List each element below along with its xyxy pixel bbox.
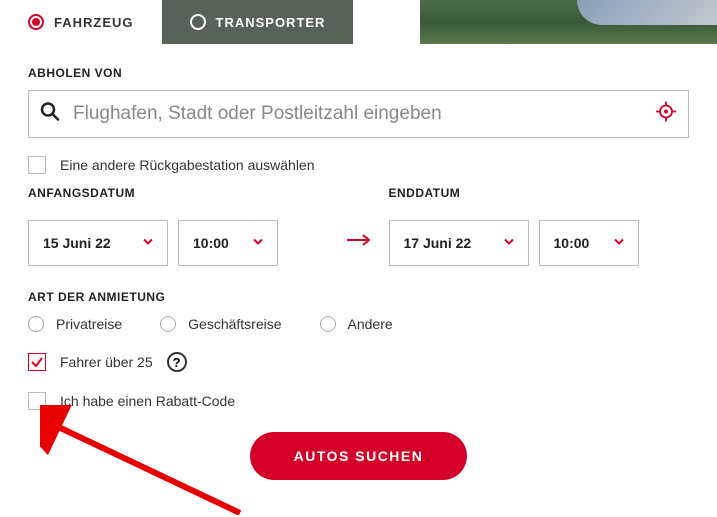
chevron-down-icon <box>502 235 516 252</box>
search-form: ABHOLEN VON Eine andere Rückgabestation … <box>0 44 717 500</box>
other-return-label: Eine andere Rückgabestation auswählen <box>60 157 315 173</box>
check-icon <box>30 355 44 369</box>
tab-vehicle[interactable]: FAHRZEUG <box>0 0 162 44</box>
submit-row: AUTOS SUCHEN <box>28 432 689 480</box>
radio-label: Privatreise <box>56 316 122 332</box>
end-date-select[interactable]: 17 Juni 22 <box>389 220 529 266</box>
rental-type-options: Privatreise Geschäftsreise Andere <box>28 316 689 332</box>
rental-type-other[interactable]: Andere <box>320 316 393 332</box>
tabs: FAHRZEUG TRANSPORTER <box>0 0 717 44</box>
other-return-row: Eine andere Rückgabestation auswählen <box>28 156 689 174</box>
end-date-col: ENDDATUM 17 Juni 22 10:00 <box>389 186 690 266</box>
geolocate-icon[interactable] <box>655 101 677 128</box>
discount-code-label: Ich habe einen Rabatt-Code <box>60 393 235 409</box>
rental-type-section: ART DER ANMIETUNG Privatreise Geschäftsr… <box>28 290 689 332</box>
tab-van[interactable]: TRANSPORTER <box>162 0 354 44</box>
end-time-value: 10:00 <box>554 235 590 251</box>
radio-label: Andere <box>348 316 393 332</box>
driver-over-25-label: Fahrer über 25 <box>60 354 153 370</box>
rental-type-label: ART DER ANMIETUNG <box>28 290 689 304</box>
chevron-down-icon <box>251 235 265 252</box>
start-date-col: ANFANGSDATUM 15 Juni 22 10:00 <box>28 186 329 266</box>
end-time-select[interactable]: 10:00 <box>539 220 639 266</box>
rental-type-private[interactable]: Privatreise <box>28 316 122 332</box>
end-date-label: ENDDATUM <box>389 186 690 200</box>
pickup-input-row <box>28 90 689 138</box>
help-icon[interactable]: ? <box>167 352 187 372</box>
date-arrow <box>339 204 379 248</box>
radio-label: Geschäftsreise <box>188 316 281 332</box>
discount-code-checkbox[interactable] <box>28 392 46 410</box>
chevron-down-icon <box>141 235 155 252</box>
search-icon <box>40 102 60 127</box>
pickup-input[interactable] <box>28 90 689 138</box>
radio-icon <box>28 316 44 332</box>
start-date-select[interactable]: 15 Juni 22 <box>28 220 168 266</box>
radio-icon <box>160 316 176 332</box>
driver-over-25-row: Fahrer über 25 ? <box>28 352 689 372</box>
discount-code-row: Ich habe einen Rabatt-Code <box>28 392 689 410</box>
tab-label: TRANSPORTER <box>216 15 326 30</box>
tab-label: FAHRZEUG <box>54 15 134 30</box>
start-time-select[interactable]: 10:00 <box>178 220 278 266</box>
end-date-value: 17 Juni 22 <box>404 235 472 251</box>
rental-type-business[interactable]: Geschäftsreise <box>160 316 281 332</box>
dates-row: ANFANGSDATUM 15 Juni 22 10:00 ENDDATUM 1… <box>28 186 689 266</box>
start-date-label: ANFANGSDATUM <box>28 186 329 200</box>
radio-icon <box>28 14 44 30</box>
search-cars-button[interactable]: AUTOS SUCHEN <box>250 432 468 480</box>
start-date-value: 15 Juni 22 <box>43 235 111 251</box>
chevron-down-icon <box>612 235 626 252</box>
other-return-checkbox[interactable] <box>28 156 46 174</box>
start-time-value: 10:00 <box>193 235 229 251</box>
pickup-label: ABHOLEN VON <box>28 66 689 80</box>
radio-icon <box>320 316 336 332</box>
radio-icon <box>190 14 206 30</box>
driver-over-25-checkbox[interactable] <box>28 353 46 371</box>
